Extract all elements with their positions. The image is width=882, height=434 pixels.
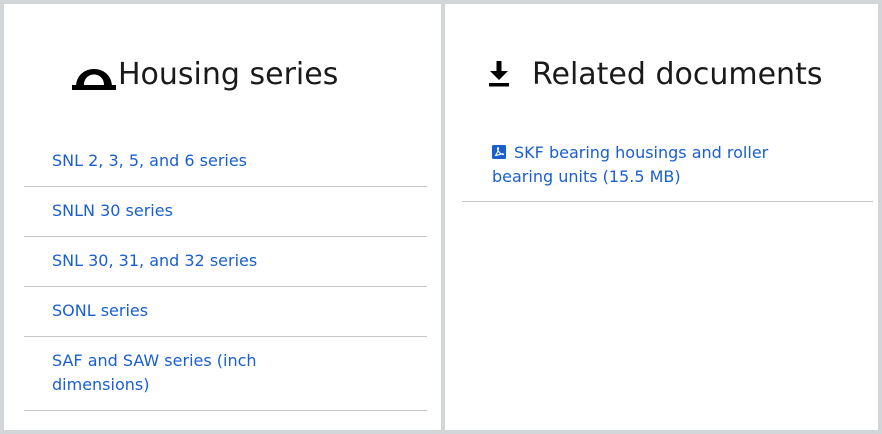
document-link-skf-bearing-housings[interactable]: SKF bearing housings and roller bearing … [492,143,768,186]
housing-series-panel: Housing series SNL 2, 3, 5, and 6 series… [4,4,441,430]
frame-right-border [878,0,882,434]
housing-series-list: SNL 2, 3, 5, and 6 series SNLN 30 series… [24,135,427,411]
housing-series-title: Housing series [118,56,339,92]
document-link-label: SKF bearing housings and roller bearing … [492,143,769,186]
list-item: SAF and SAW series (inch dimensions) [24,337,427,411]
list-item: SNL 2, 3, 5, and 6 series [24,135,427,187]
list-item: SNL 30, 31, and 32 series [24,237,427,287]
housing-link-snl-2-3-5-6[interactable]: SNL 2, 3, 5, and 6 series [52,151,247,170]
list-item: SKF bearing housings and roller bearing … [462,141,873,202]
pdf-icon [492,142,506,159]
related-documents-list: SKF bearing housings and roller bearing … [462,141,873,202]
housing-icon [70,57,118,91]
housing-link-saf-saw[interactable]: SAF and SAW series (inch dimensions) [52,351,257,394]
related-documents-panel: Related documents SKF bearing housings a… [445,4,878,430]
related-documents-title: Related documents [532,56,823,92]
download-icon [483,57,515,91]
list-item: SNLN 30 series [24,187,427,237]
housing-link-sonl[interactable]: SONL series [52,301,148,320]
list-item: SONL series [24,287,427,337]
housing-link-snln-30[interactable]: SNLN 30 series [52,201,173,220]
housing-link-snl-30-31-32[interactable]: SNL 30, 31, and 32 series [52,251,257,270]
housing-series-heading: Housing series [70,54,338,94]
related-documents-heading: Related documents [483,54,822,94]
